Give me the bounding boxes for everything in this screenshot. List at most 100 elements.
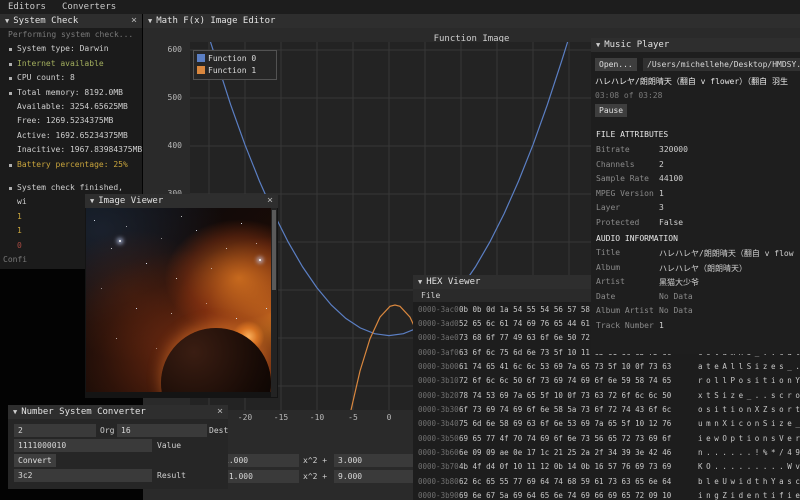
attr-value: 320000 bbox=[659, 145, 688, 154]
bullet-icon bbox=[9, 187, 12, 190]
open-button[interactable]: Open... bbox=[595, 58, 637, 71]
image-viewer-scrollbar[interactable] bbox=[271, 208, 277, 397]
status-line: 1 bbox=[17, 226, 22, 235]
math-editor-titlebar[interactable]: ▼ Math F(x) Image Editor bbox=[143, 14, 800, 28]
window-title: Math F(x) Image Editor bbox=[156, 16, 275, 26]
status-line: Total memory: 8192.0MB bbox=[17, 88, 123, 97]
window-title: Music Player bbox=[604, 40, 669, 50]
status-line: System check finished, bbox=[17, 183, 123, 192]
function-0-op-label: x^2 + bbox=[303, 456, 327, 465]
value-label: Value bbox=[157, 441, 181, 450]
collapse-icon[interactable]: ▼ bbox=[418, 278, 422, 286]
attr-value: 3 bbox=[659, 203, 664, 212]
audio-information-header: AUDIO INFORMATION bbox=[596, 234, 678, 243]
attr-value: No Data bbox=[659, 292, 693, 301]
bright-star bbox=[119, 240, 121, 242]
song-title: ハレハレヤ/朗朗晴天（翻自 v flower）（翻自 羽生 bbox=[595, 76, 788, 87]
stars-decoration bbox=[86, 208, 87, 209]
collapse-icon[interactable]: ▼ bbox=[5, 17, 9, 25]
attr-value: ハレハレヤ（朗朗晴天） bbox=[659, 263, 747, 274]
window-image-viewer: ▼ Image Viewer × bbox=[85, 194, 278, 398]
legend-entry[interactable]: Function 1 bbox=[197, 65, 273, 77]
convert-button[interactable]: Convert bbox=[14, 454, 56, 467]
menu-item-editors[interactable]: Editors bbox=[8, 0, 46, 14]
status-line: 0 bbox=[17, 241, 22, 250]
collapse-icon[interactable]: ▼ bbox=[13, 408, 17, 416]
org-base-field[interactable]: 2 bbox=[14, 424, 96, 437]
org-label: Org bbox=[100, 426, 114, 435]
status-line: wi bbox=[17, 197, 27, 206]
dest-label: Dest bbox=[209, 426, 228, 435]
attr-value: 44100 bbox=[659, 174, 683, 183]
window-title: Image Viewer bbox=[98, 196, 163, 206]
collapse-icon[interactable]: ▼ bbox=[90, 197, 94, 205]
function-1-color-chip bbox=[197, 66, 205, 74]
system-check-titlebar[interactable]: ▼ System Check × bbox=[0, 14, 142, 28]
attr-value: No Data bbox=[659, 306, 693, 315]
result-field[interactable]: 3c2 bbox=[14, 469, 152, 482]
attr-value: 黑猫大少爷 bbox=[659, 277, 699, 288]
collapse-icon[interactable]: ▼ bbox=[148, 17, 152, 25]
window-title: HEX Viewer bbox=[426, 277, 480, 287]
attr-label: Album Artist bbox=[596, 306, 654, 315]
attr-label: Title bbox=[596, 248, 620, 257]
bullet-icon bbox=[9, 164, 12, 167]
status-line: CPU count: 8 bbox=[17, 73, 75, 82]
menu-bar: Editors Converters bbox=[0, 0, 800, 14]
status-line: Free: 1269.5234375MB bbox=[17, 116, 113, 125]
status-line: Performing system check... bbox=[8, 30, 133, 39]
plot-legend[interactable]: Function 0 Function 1 bbox=[193, 50, 277, 80]
status-line: 1 bbox=[17, 212, 22, 221]
attr-label: Artist bbox=[596, 277, 625, 286]
window-number-converter: ▼ Number System Converter × 2 Org 16 Dest… bbox=[8, 405, 228, 489]
y-tick-label: 500 bbox=[156, 93, 182, 102]
attr-label: Date bbox=[596, 292, 615, 301]
attr-label: Album bbox=[596, 263, 620, 272]
function-1-op-label: x^2 + bbox=[303, 472, 327, 481]
playback-time: 03:08 of 03:28 bbox=[595, 91, 662, 100]
y-tick-label: 400 bbox=[156, 141, 182, 150]
desktop: { "icons": {"collapse": "▼", "close": "×… bbox=[0, 0, 800, 500]
window-music-player: ▼ Music Player Open... /Users/michellehe/… bbox=[591, 38, 800, 354]
legend-entry[interactable]: Function 0 bbox=[197, 53, 273, 65]
attr-label: Bitrate bbox=[596, 145, 630, 154]
attr-value: 2 bbox=[659, 160, 664, 169]
legend-label: Function 1 bbox=[208, 66, 256, 75]
attr-label: MPEG Version bbox=[596, 189, 654, 198]
status-line: Battery percentage: 25% bbox=[17, 160, 128, 169]
close-icon[interactable]: × bbox=[131, 14, 137, 27]
bright-star bbox=[259, 259, 261, 261]
status-line: Active: 1692.65234375MB bbox=[17, 131, 128, 140]
collapse-icon[interactable]: ▼ bbox=[596, 41, 600, 49]
status-line: Available: 3254.65625MB bbox=[17, 102, 128, 111]
x-tick-label: -5 bbox=[341, 413, 365, 422]
bullet-icon bbox=[9, 48, 12, 51]
status-line: Inacitive: 1967.83984375MB bbox=[17, 145, 142, 154]
x-tick-label: -10 bbox=[305, 413, 329, 422]
result-label: Result bbox=[157, 471, 186, 480]
x-tick-label: -15 bbox=[269, 413, 293, 422]
window-title: Number System Converter bbox=[21, 407, 146, 417]
file-path-field[interactable]: /Users/michellehe/Desktop/HMDSY.mp3 bbox=[643, 58, 800, 71]
scrollbar-thumb[interactable] bbox=[272, 210, 276, 290]
bullet-icon bbox=[9, 92, 12, 95]
planet-silhouette bbox=[161, 328, 271, 392]
menu-item-converters[interactable]: Converters bbox=[62, 0, 116, 14]
attr-value: False bbox=[659, 218, 683, 227]
attr-value: 1 bbox=[659, 321, 664, 330]
image-viewer-titlebar[interactable]: ▼ Image Viewer × bbox=[85, 194, 278, 208]
value-field[interactable]: 1111000010 bbox=[14, 439, 152, 452]
close-icon[interactable]: × bbox=[217, 405, 223, 418]
bullet-icon bbox=[9, 63, 12, 66]
bullet-icon bbox=[9, 77, 12, 80]
converter-titlebar[interactable]: ▼ Number System Converter × bbox=[8, 405, 228, 419]
pause-button[interactable]: Pause bbox=[595, 104, 627, 117]
status-line: System type: Darwin bbox=[17, 44, 109, 53]
function-0-color-chip bbox=[197, 54, 205, 62]
status-line: Confi bbox=[3, 255, 27, 264]
dest-base-field[interactable]: 16 bbox=[117, 424, 207, 437]
close-icon[interactable]: × bbox=[267, 194, 273, 207]
music-player-titlebar[interactable]: ▼ Music Player bbox=[591, 38, 800, 52]
x-tick-label: -20 bbox=[233, 413, 257, 422]
window-title: System Check bbox=[13, 16, 78, 26]
